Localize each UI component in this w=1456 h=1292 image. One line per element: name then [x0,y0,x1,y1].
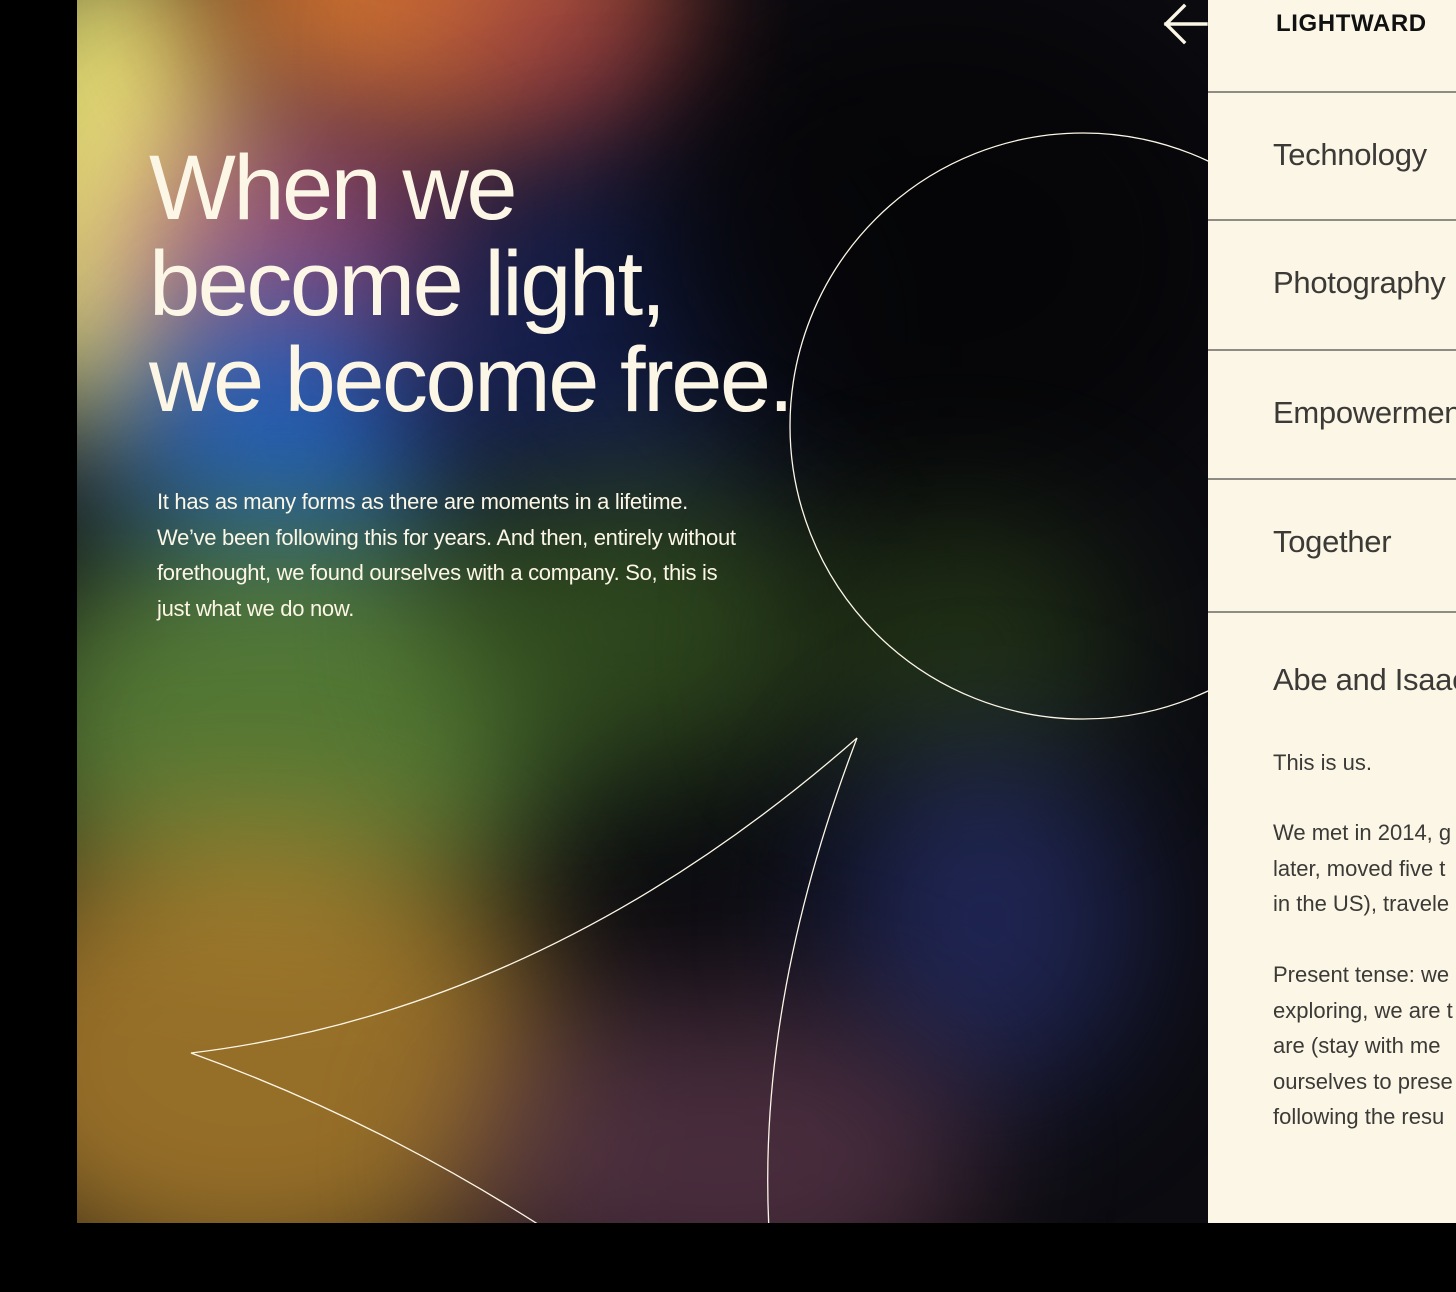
nav-item-label: Empowerment [1273,395,1456,430]
divider [1208,611,1456,613]
hero-section: When we become light, we become free. It… [77,0,1208,1223]
hero-intro: It has as many forms as there are moment… [157,484,817,626]
intro-line: We’ve been following this for years. And… [157,524,736,550]
intro-line: just what we do now. [157,595,355,621]
story-line: are (stay with me [1273,1033,1441,1058]
nav-item-photography[interactable]: Photography [1208,219,1456,351]
story-line: Present tense: we [1273,962,1450,987]
nav-item-label: Technology [1273,137,1427,172]
back-button[interactable] [1160,2,1208,46]
story-line: in the US), travele [1273,891,1450,916]
headline-line: become light, [149,233,666,335]
arrow-left-icon [1163,3,1208,45]
nav-item-together[interactable]: Together [1208,478,1456,613]
story-line: later, moved five t [1273,855,1446,881]
tagline-text: This is us. [1273,750,1373,775]
headline-line: When we [149,137,518,239]
curved-triangle-line [767,737,858,1223]
nav-item-technology[interactable]: Technology [1208,91,1456,221]
story-line: exploring, we are t [1273,997,1453,1023]
brand-logo[interactable]: LIGHTWARD [1276,10,1427,38]
side-panel: LIGHTWARD Technology Photography Empower… [1208,0,1456,1223]
story-line: ourselves to prese [1273,1068,1453,1094]
curved-triangle-line [190,737,858,1223]
story-paragraph: We met in 2014, g later, moved five t in… [1273,815,1451,922]
people-heading: Abe and Isaac [1273,662,1456,697]
hero-headline: When we become light, we become free. [149,140,909,428]
nav-item-label: Together [1273,524,1392,559]
nav-item-empowerment[interactable]: Empowerment [1208,349,1456,480]
tagline: This is us. [1273,745,1372,781]
present-paragraph: Present tense: we exploring, we are t ar… [1273,957,1453,1135]
intro-line: forethought, we found ourselves with a c… [157,560,718,585]
headline-line: we become free. [149,329,794,431]
story-line: We met in 2014, g [1273,820,1452,845]
intro-line: It has as many forms as there are moment… [157,489,688,514]
nav-item-label: Photography [1273,265,1446,300]
page: When we become light, we become free. It… [0,0,1456,1292]
story-line: following the resu [1273,1104,1445,1129]
